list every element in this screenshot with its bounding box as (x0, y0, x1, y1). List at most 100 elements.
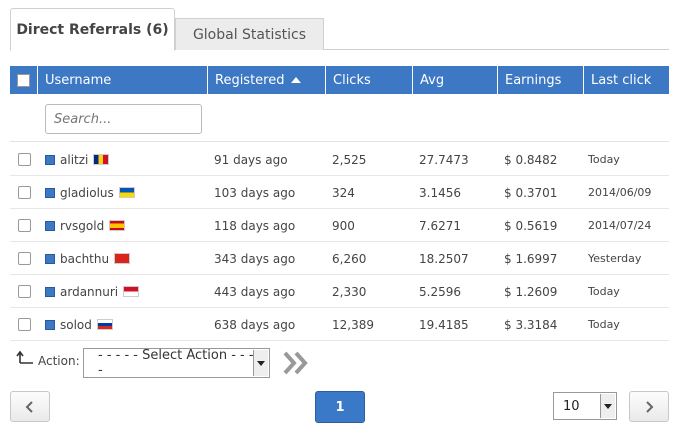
user-icon (45, 220, 55, 231)
sort-ascending-icon (290, 77, 301, 83)
username-cell[interactable]: ardannuri (45, 275, 208, 308)
clicks-cell: 6,260 (332, 251, 367, 266)
checkbox-icon (18, 252, 31, 265)
checkbox-icon (18, 153, 31, 166)
registered-cell: 91 days ago (214, 152, 288, 167)
username-cell[interactable]: solod (45, 308, 208, 341)
column-earnings[interactable]: Earnings (498, 66, 584, 94)
select-all-checkbox[interactable] (10, 66, 38, 94)
username-cell[interactable]: rvsgold (45, 209, 208, 242)
tab-direct-referrals[interactable]: Direct Referrals (6) (10, 8, 175, 51)
username-text: ardannuri (60, 284, 119, 299)
earnings-cell: $ 0.5619 (504, 218, 558, 233)
checkbox-icon (18, 318, 31, 331)
chevron-right-icon (646, 400, 654, 413)
checkbox-icon (17, 73, 30, 87)
username-text: alitzi (60, 152, 89, 167)
last-click-cell: Today (588, 285, 620, 298)
clicks-cell: 900 (332, 218, 355, 233)
flag-ukraine-icon (118, 187, 135, 198)
user-icon (45, 319, 55, 330)
clicks-cell: 2,525 (332, 152, 367, 167)
registered-cell: 638 days ago (214, 317, 296, 332)
row-checkbox[interactable] (18, 275, 38, 308)
next-page-button[interactable] (629, 391, 669, 422)
flag-romania-icon (93, 154, 110, 165)
checkbox-icon (18, 285, 31, 298)
column-avg[interactable]: Avg (413, 66, 498, 94)
page-button-1[interactable]: 1 (315, 391, 365, 423)
avg-cell: 19.4185 (419, 317, 469, 332)
column-last-click[interactable]: Last click (584, 66, 669, 94)
column-registered[interactable]: Registered (208, 66, 326, 94)
tab-bar: Direct Referrals (6) Global Statistics (10, 8, 669, 51)
column-registered-label: Registered (215, 72, 285, 88)
username-cell[interactable]: bachthu (45, 242, 208, 275)
row-checkbox[interactable] (18, 209, 38, 242)
action-select[interactable]: - - - - - Select Action - - - - - (83, 348, 270, 378)
user-icon (45, 187, 55, 198)
clicks-cell: 2,330 (332, 284, 367, 299)
avg-cell: 5.2596 (419, 284, 461, 299)
registered-cell: 343 days ago (214, 251, 296, 266)
username-text: gladiolus (60, 185, 114, 200)
row-checkbox[interactable] (18, 242, 38, 275)
last-click-cell: Yesterday (588, 252, 642, 265)
flag-russia-icon (96, 319, 113, 330)
table-row: gladiolus 103 days ago 324 3.1456 $ 0.3701 20… (10, 176, 669, 209)
checkbox-icon (18, 186, 31, 199)
flag-spain-icon (109, 220, 126, 231)
table-row: alitzi 91 days ago 2,525 27.7473 $ 0.8482 Tod… (10, 143, 669, 176)
row-checkbox[interactable] (18, 308, 38, 341)
clicks-cell: 12,389 (332, 317, 374, 332)
table-row: solod 638 days ago 12,389 19.4185 $ 3.3184 To… (10, 308, 669, 341)
username-cell[interactable]: alitzi (45, 143, 208, 176)
checkbox-icon (18, 219, 31, 232)
search-row (10, 94, 669, 142)
username-text: bachthu (60, 251, 110, 266)
per-page-value: 10 (563, 398, 580, 414)
double-chevron-right-icon[interactable] (282, 350, 310, 376)
per-page-select[interactable]: 10 (553, 392, 617, 420)
registered-cell: 118 days ago (214, 218, 296, 233)
flag-vietnam-icon (114, 253, 131, 264)
earnings-cell: $ 3.3184 (504, 317, 558, 332)
username-text: rvsgold (60, 218, 105, 233)
column-clicks[interactable]: Clicks (326, 66, 413, 94)
tab-global-statistics[interactable]: Global Statistics (175, 18, 324, 50)
user-icon (45, 253, 55, 264)
search-input[interactable] (45, 104, 202, 134)
earnings-cell: $ 0.3701 (504, 185, 558, 200)
clicks-cell: 324 (332, 185, 355, 200)
avg-cell: 7.6271 (419, 218, 461, 233)
flag-indonesia-icon (123, 286, 140, 297)
earnings-cell: $ 1.2609 (504, 284, 558, 299)
previous-page-button[interactable] (10, 391, 50, 422)
table-row: ardannuri 443 days ago 2,330 5.2596 $ 1.2609… (10, 275, 669, 308)
action-label: Action: (38, 354, 80, 368)
registered-cell: 443 days ago (214, 284, 296, 299)
registered-cell: 103 days ago (214, 185, 296, 200)
user-icon (45, 154, 55, 165)
username-cell[interactable]: gladiolus (45, 176, 208, 209)
last-click-cell: 2014/06/09 (588, 186, 652, 199)
earnings-cell: $ 1.6997 (504, 251, 558, 266)
username-text: solod (60, 317, 92, 332)
return-arrow-icon (16, 350, 33, 364)
avg-cell: 18.2507 (419, 251, 469, 266)
table-row: rvsgold 118 days ago 900 7.6271 $ 0.5619 2014… (10, 209, 669, 242)
row-checkbox[interactable] (18, 176, 38, 209)
avg-cell: 3.1456 (419, 185, 461, 200)
row-checkbox[interactable] (18, 143, 38, 176)
last-click-cell: Today (588, 153, 620, 166)
earnings-cell: $ 0.8482 (504, 152, 558, 167)
last-click-cell: Today (588, 318, 620, 331)
action-select-value: - - - - - Select Action - - - - - (98, 348, 263, 378)
user-icon (45, 286, 55, 297)
column-username[interactable]: Username (38, 66, 208, 94)
chevron-down-icon (600, 394, 615, 418)
chevron-left-icon (25, 400, 33, 413)
chevron-down-icon (253, 350, 268, 376)
last-click-cell: 2014/07/24 (588, 219, 652, 232)
avg-cell: 27.7473 (419, 152, 469, 167)
